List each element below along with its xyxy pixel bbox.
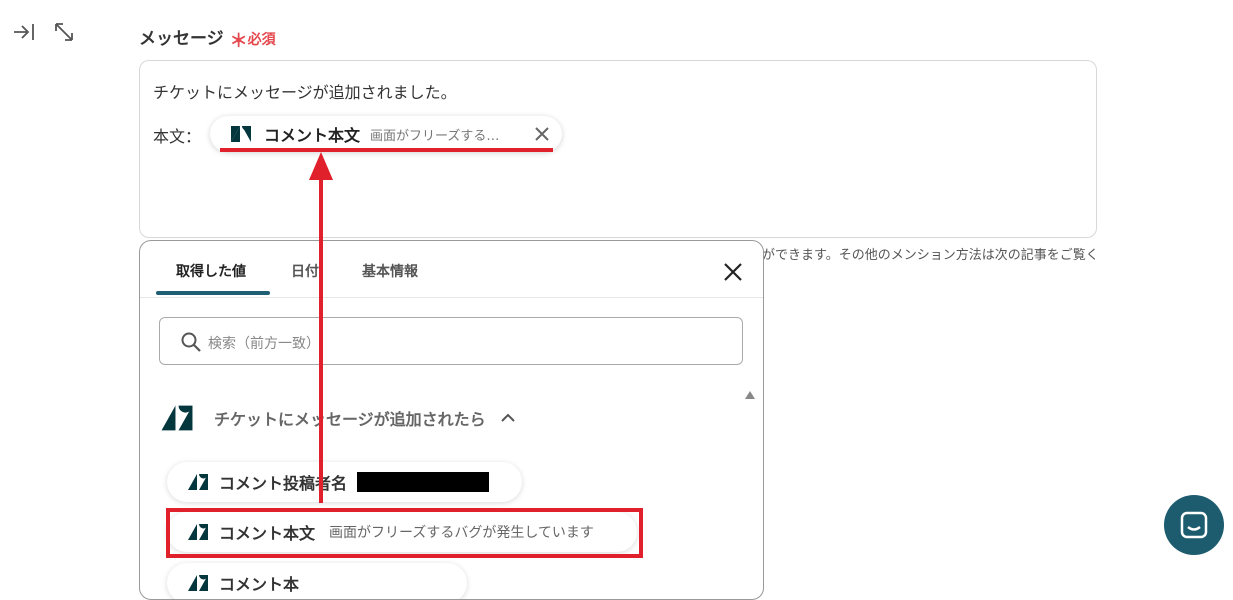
chip-title: コメント本文 <box>264 126 361 145</box>
required-marker: ＊必須 <box>229 31 276 52</box>
scrollbar-up-arrow[interactable] <box>745 391 755 399</box>
inserted-value-chip[interactable]: コメント本文 画面がフリーズする… <box>210 116 562 152</box>
group-title: チケットにメッセージが追加されたら <box>214 410 486 429</box>
redacted-value <box>357 472 490 492</box>
expand-diagonal-icon[interactable] <box>52 20 76 44</box>
picker-tabs: 取得した値 日付 基本情報 <box>140 241 763 298</box>
search-input[interactable]: 検索（前方一致） <box>159 317 743 365</box>
zendesk-icon <box>161 405 193 431</box>
chip-remove-icon[interactable] <box>532 124 552 144</box>
annotation-highlight-box <box>166 508 643 558</box>
zendesk-icon <box>231 126 251 142</box>
editor-body-label: 本文： <box>153 127 202 146</box>
close-icon[interactable] <box>722 261 744 283</box>
list-item-comment-author[interactable]: コメント投稿者名 <box>167 462 522 502</box>
collapse-right-icon[interactable] <box>12 20 36 44</box>
trigger-group-header[interactable]: チケットにメッセージが追加されたら <box>160 401 516 435</box>
chevron-up-icon[interactable] <box>500 413 516 423</box>
tab-acquired-values[interactable]: 取得した値 <box>176 261 246 281</box>
tab-date[interactable]: 日付 <box>291 261 319 281</box>
tab-basic-info[interactable]: 基本情報 <box>362 261 418 281</box>
search-icon <box>181 332 201 352</box>
list-item-partial[interactable]: コメント本 <box>167 563 467 599</box>
chip-value: 画面がフリーズする… <box>370 128 500 144</box>
message-field-label: メッセージ ＊必須 <box>139 24 276 52</box>
search-placeholder: 検索（前方一致） <box>208 336 320 352</box>
zendesk-icon <box>188 575 208 591</box>
annotation-underline <box>220 148 553 152</box>
mention-hint-text: ができます。その他のメンション方法は次の記事をご覧く <box>762 248 1099 263</box>
message-label-text: メッセージ <box>139 29 224 49</box>
zendesk-icon <box>188 474 208 490</box>
item-title: コメント投稿者名 <box>219 474 348 493</box>
editor-text-line: チケットにメッセージが追加されました。 <box>153 83 457 102</box>
chat-support-button[interactable] <box>1164 495 1224 555</box>
active-tab-indicator <box>156 291 270 295</box>
chat-icon <box>1180 511 1208 539</box>
